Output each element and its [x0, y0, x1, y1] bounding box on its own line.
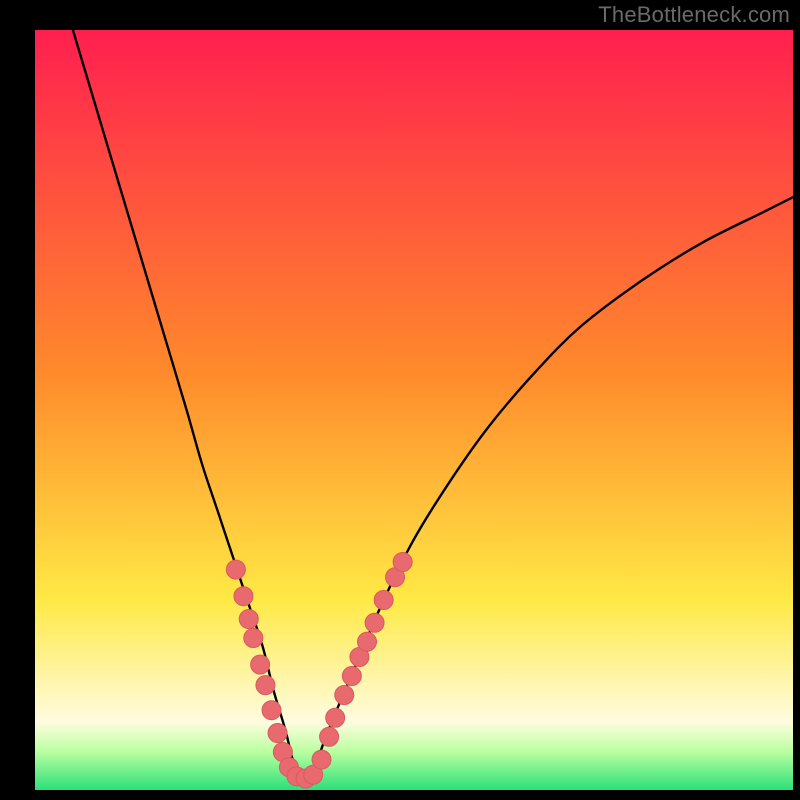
- curve-marker: [239, 610, 258, 629]
- curve-marker: [335, 686, 354, 705]
- curve-marker: [234, 587, 253, 606]
- curve-marker: [262, 701, 281, 720]
- chart-frame: TheBottleneck.com: [0, 0, 800, 800]
- curve-marker: [312, 750, 331, 769]
- curve-marker: [320, 727, 339, 746]
- curve-marker: [251, 655, 270, 674]
- curve-marker: [365, 613, 384, 632]
- curve-marker: [256, 676, 275, 695]
- curve-marker: [268, 724, 287, 743]
- curve-marker: [226, 560, 245, 579]
- curve-marker: [358, 632, 377, 651]
- plot-area: [35, 30, 793, 790]
- curve-marker: [244, 629, 263, 648]
- curve-marker: [342, 667, 361, 686]
- curve-marker: [326, 708, 345, 727]
- watermark-text: TheBottleneck.com: [598, 2, 790, 28]
- curve-marker: [393, 553, 412, 572]
- bottleneck-chart: [35, 30, 793, 790]
- gradient-background: [35, 30, 793, 790]
- curve-marker: [374, 591, 393, 610]
